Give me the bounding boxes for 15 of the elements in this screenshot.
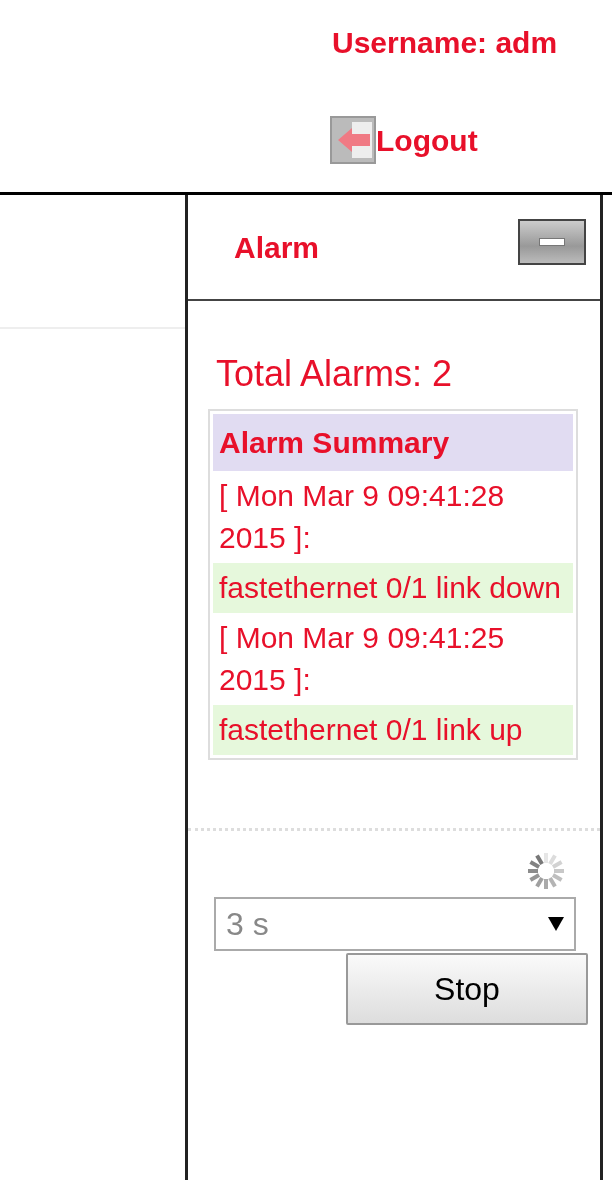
alarm-message: fastethernet 0/1 link down (213, 563, 573, 613)
minimize-button[interactable] (518, 219, 586, 265)
alarm-time: [ Mon Mar 9 09:41:28 2015 ]: (218, 478, 506, 556)
interval-select[interactable]: 3 s (214, 897, 576, 951)
caret-icon (548, 917, 564, 931)
alarm-message: fastethernet 0/1 link up (213, 705, 573, 755)
total-alarms-label: Total Alarms: 2 (216, 352, 454, 396)
stop-button[interactable]: Stop (346, 953, 588, 1025)
logout-link[interactable]: Logout (330, 116, 478, 164)
username-label: Username: adm (332, 25, 558, 61)
alarm-time: [ Mon Mar 9 09:41:25 2015 ]: (218, 620, 506, 698)
panel-title: Alarm (234, 229, 320, 266)
loading-spinner-icon (526, 851, 566, 891)
summary-heading: Alarm Summary (213, 414, 573, 471)
logout-icon (330, 116, 376, 164)
